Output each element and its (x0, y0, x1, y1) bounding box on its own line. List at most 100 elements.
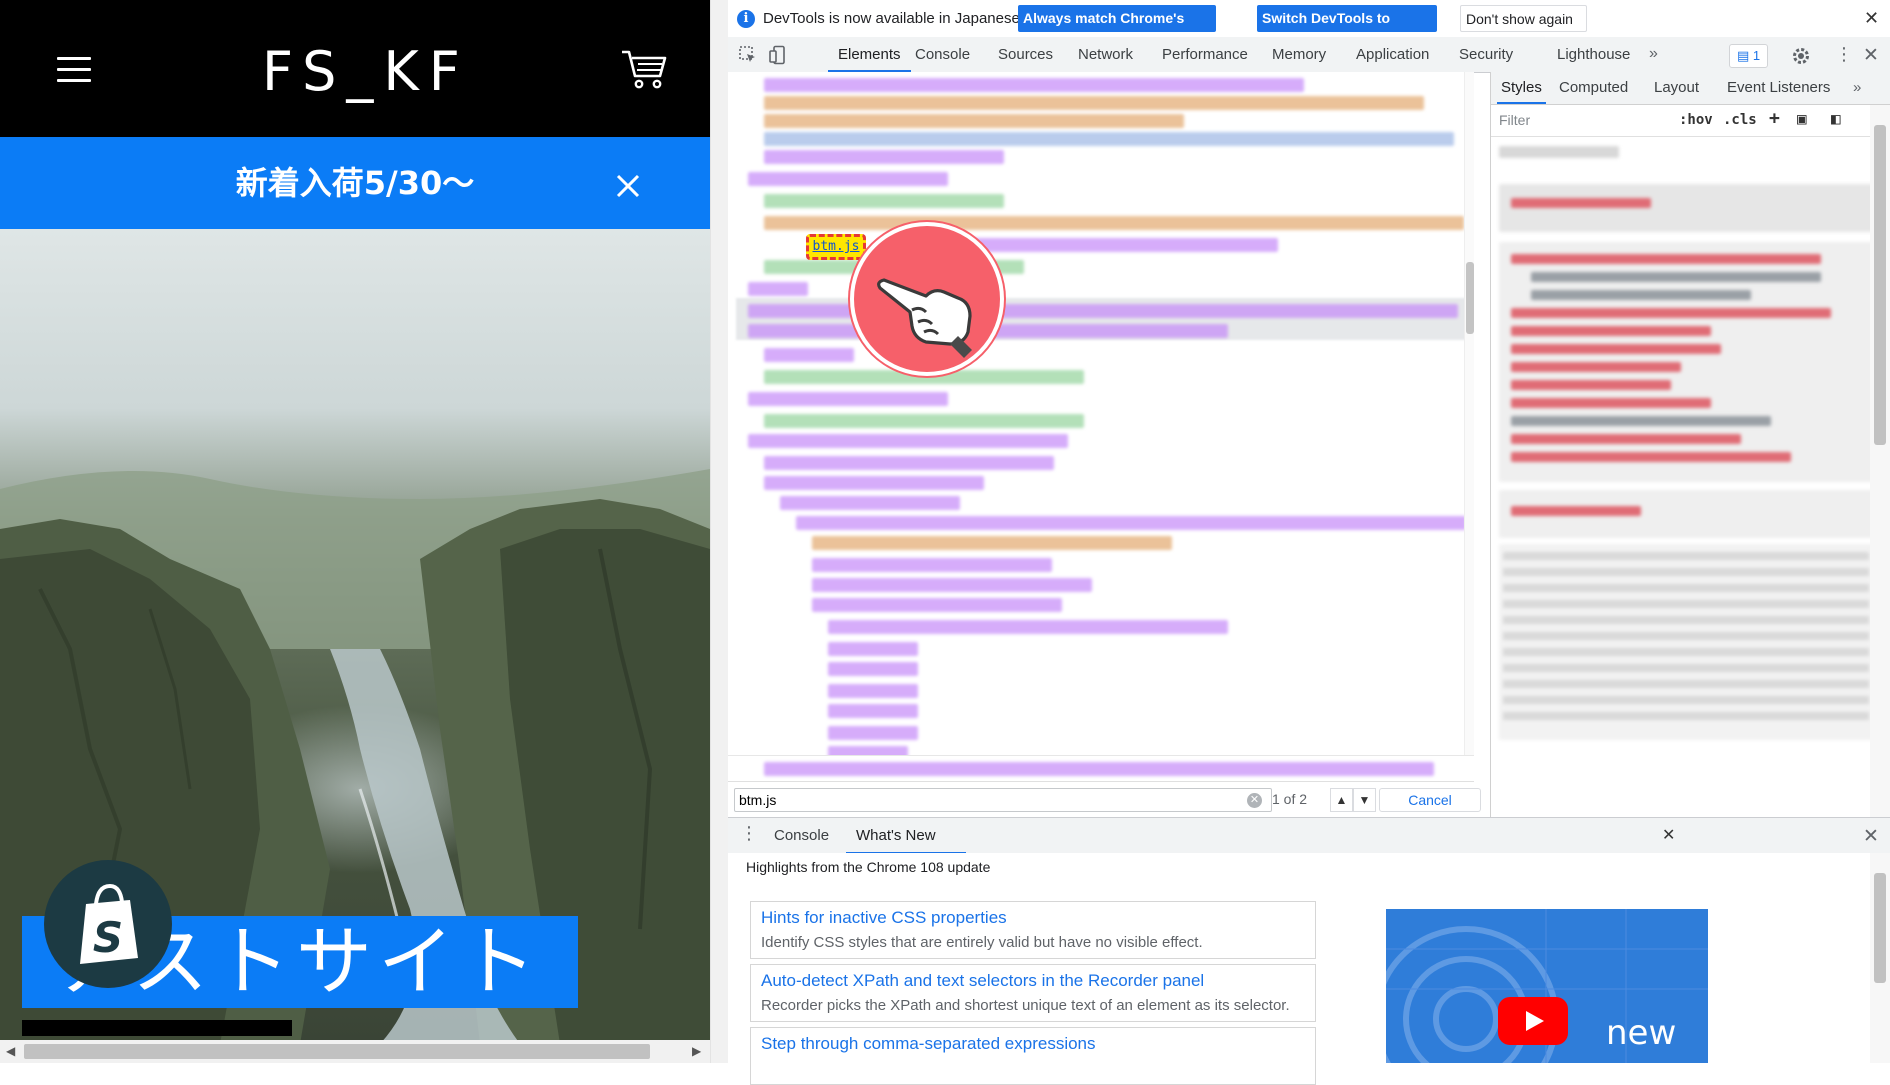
dom-line[interactable] (812, 598, 1062, 612)
search-cancel-button[interactable]: Cancel (1379, 788, 1481, 812)
style-prop (1511, 398, 1711, 408)
dom-line[interactable] (828, 620, 1228, 634)
shopify-icon[interactable]: S (44, 860, 172, 988)
dom-line[interactable] (748, 282, 808, 296)
tab-network[interactable]: Network (1078, 37, 1133, 72)
feature-title[interactable]: Hints for inactive CSS properties (761, 908, 1007, 928)
drawer-kebab-icon[interactable]: ⋮ (740, 823, 758, 844)
more-styles-tabs-icon[interactable]: » (1853, 72, 1861, 104)
dom-line[interactable] (764, 456, 1054, 470)
new-rule-icon[interactable]: + (1769, 108, 1780, 129)
dom-line[interactable] (764, 476, 984, 490)
dom-line[interactable] (764, 414, 1084, 428)
feature-description: Identify CSS styles that are entirely va… (761, 934, 1203, 951)
devtools-close-icon[interactable]: ✕ (1863, 44, 1879, 67)
elements-scrollbar-thumb[interactable] (1466, 262, 1474, 334)
tab-sources[interactable]: Sources (998, 37, 1053, 72)
issues-count: 1 (1752, 48, 1761, 63)
kebab-icon[interactable]: ⋮ (1835, 44, 1853, 65)
switch-to-japanese-button[interactable]: Switch DevTools to Japanese (1257, 5, 1437, 53)
style-prop (1511, 198, 1651, 208)
clear-search-icon[interactable]: ✕ (1247, 793, 1262, 808)
style-prop (1503, 552, 1869, 728)
dom-line[interactable] (764, 150, 1004, 164)
hover-state-toggle[interactable]: :hov (1679, 112, 1713, 128)
dom-line[interactable] (828, 642, 918, 656)
tab-security[interactable]: Security (1459, 37, 1513, 72)
whats-new-close-icon[interactable]: ✕ (1662, 818, 1675, 854)
style-prop (1511, 506, 1641, 516)
scroll-left-arrow-icon[interactable]: ◀ (6, 1044, 15, 1058)
scroll-right-arrow-icon[interactable]: ▶ (692, 1044, 701, 1058)
dom-line[interactable] (748, 172, 948, 186)
feature-card[interactable]: Step through comma-separated expressions (750, 1027, 1316, 1085)
tab-lighthouse[interactable]: Lighthouse (1557, 37, 1630, 72)
tab-styles[interactable]: Styles (1497, 72, 1546, 104)
style-rule (1499, 146, 1619, 158)
cart-icon[interactable] (620, 48, 668, 90)
dom-line[interactable] (796, 516, 1466, 530)
close-icon[interactable] (614, 172, 642, 200)
tab-computed[interactable]: Computed (1559, 72, 1628, 104)
drawer-tab-console[interactable]: Console (774, 818, 829, 854)
infobar-close-icon[interactable]: ✕ (1864, 8, 1879, 29)
drawer-tab-whats-new[interactable]: What's New (846, 818, 966, 854)
chrome-update-video[interactable]: new (1386, 909, 1708, 1063)
dom-line[interactable] (828, 704, 918, 718)
drawer-close-icon[interactable]: ✕ (1863, 825, 1879, 848)
styles-filter-row: Filter :hov .cls + ▣ ◧ (1491, 104, 1890, 137)
drawer-scrollbar-thumb[interactable] (1874, 873, 1886, 983)
elements-vertical-scrollbar[interactable] (1464, 72, 1474, 762)
search-prev-icon[interactable]: ▲ (1330, 788, 1353, 812)
styles-scrollbar-thumb[interactable] (1874, 125, 1886, 445)
style-rule (1499, 184, 1879, 232)
dom-line[interactable] (764, 78, 1304, 92)
settings-icon[interactable] (1791, 46, 1811, 66)
dom-line[interactable] (812, 536, 1172, 550)
toggle-sidebar-icon[interactable]: ◧ (1831, 109, 1841, 128)
dom-line[interactable] (780, 496, 960, 510)
class-toggle[interactable]: .cls (1723, 112, 1757, 128)
always-match-language-button[interactable]: Always match Chrome's language (1018, 5, 1216, 53)
more-tabs-icon[interactable]: » (1649, 45, 1658, 63)
dom-line[interactable] (812, 558, 1052, 572)
dom-line[interactable] (764, 114, 1184, 128)
devtools-panel: i DevTools is now available in Japanese!… (728, 0, 1890, 1085)
dom-line[interactable] (764, 132, 1454, 146)
hamburger-icon[interactable] (57, 57, 91, 83)
issues-badge[interactable]: ▤ 1 (1729, 44, 1769, 68)
feature-title[interactable]: Step through comma-separated expressions (761, 1034, 1096, 1054)
tab-layout[interactable]: Layout (1654, 72, 1699, 104)
styles-filter-input[interactable]: Filter (1495, 108, 1669, 132)
dom-line[interactable] (828, 662, 918, 676)
breadcrumb-item[interactable] (764, 762, 1434, 776)
dom-line[interactable] (748, 434, 1068, 448)
tab-application[interactable]: Application (1356, 37, 1429, 72)
device-toolbar-icon[interactable] (768, 45, 788, 65)
feature-card[interactable]: Hints for inactive CSS properties Identi… (750, 901, 1316, 959)
site-logo[interactable]: FS_KF (262, 40, 460, 103)
dom-line[interactable] (812, 578, 1092, 592)
tab-elements[interactable]: Elements (828, 37, 911, 72)
horizontal-scrollbar-thumb[interactable] (24, 1044, 650, 1059)
tab-console[interactable]: Console (915, 37, 970, 72)
youtube-play-icon[interactable] (1498, 997, 1568, 1045)
site-preview: FS_KF 新着入荷5/30〜 テストサイト S ◀ ▶ (0, 0, 710, 1063)
dom-line[interactable] (828, 726, 918, 740)
dom-line[interactable] (748, 392, 948, 406)
tab-event-listeners[interactable]: Event Listeners (1727, 72, 1830, 104)
feature-card[interactable]: Auto-detect XPath and text selectors in … (750, 964, 1316, 1022)
dom-line[interactable] (764, 348, 854, 362)
dom-search-input[interactable] (734, 788, 1272, 812)
search-next-icon[interactable]: ▼ (1353, 788, 1376, 812)
dont-show-again-button[interactable]: Don't show again (1460, 5, 1587, 32)
dom-line[interactable] (828, 684, 918, 698)
dom-line[interactable] (764, 194, 1004, 208)
tab-performance[interactable]: Performance (1162, 37, 1248, 72)
page-vertical-scrollbar[interactable] (710, 0, 729, 1063)
feature-title[interactable]: Auto-detect XPath and text selectors in … (761, 971, 1204, 991)
inspect-icon[interactable] (738, 45, 758, 65)
dom-line[interactable] (764, 96, 1424, 110)
tab-memory[interactable]: Memory (1272, 37, 1326, 72)
paint-icon[interactable]: ▣ (1797, 109, 1807, 128)
